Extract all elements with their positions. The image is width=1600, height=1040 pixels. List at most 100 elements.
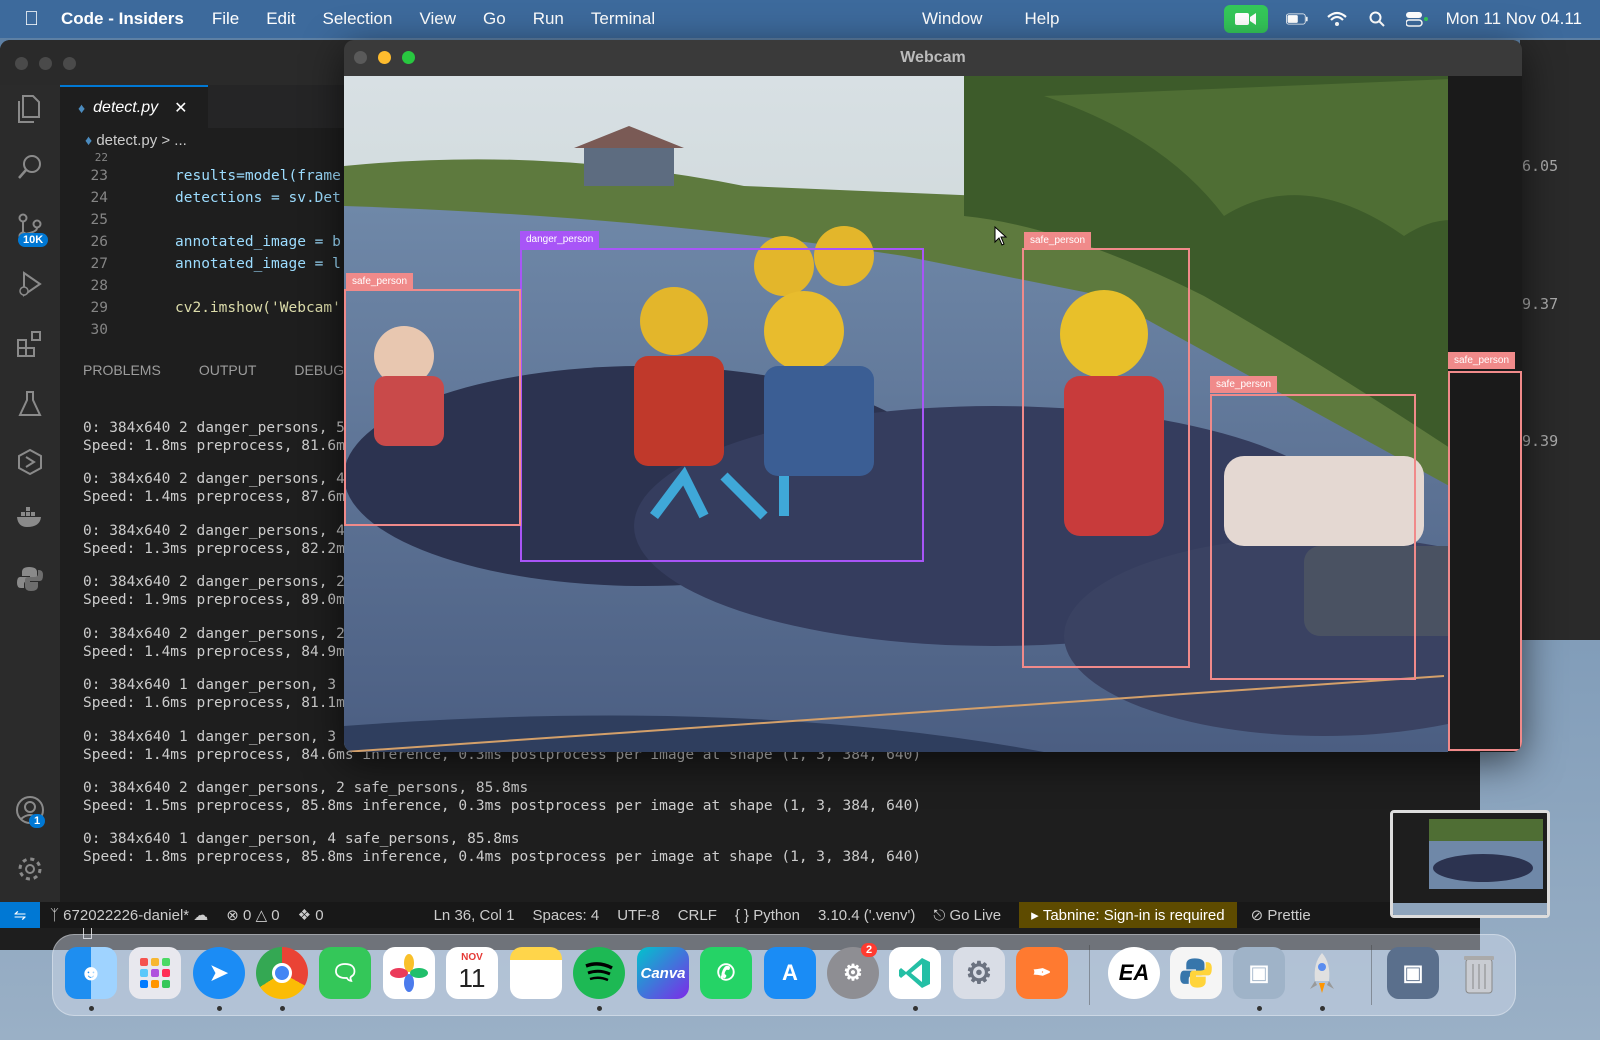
app-name[interactable]: Code - Insiders <box>61 9 184 29</box>
sync-icon[interactable]: ☁ <box>193 907 208 924</box>
tabnine-status[interactable]: ▸ Tabnine: Sign-in is required <box>1019 902 1237 928</box>
webcam-titlebar[interactable]: Webcam <box>344 40 1522 76</box>
tab-detect-py[interactable]: ♦ detect.py ✕ <box>60 85 208 128</box>
apple-icon[interactable]:  <box>24 8 39 31</box>
code-line: 24 detections = sv.Det <box>60 187 341 209</box>
photos-icon[interactable] <box>383 947 435 999</box>
running-indicator <box>217 1006 222 1011</box>
terminal-line: Speed: 1.6ms preprocess, 81.1ms <box>83 694 354 711</box>
menu-file[interactable]: File <box>212 9 239 29</box>
spotify-icon[interactable] <box>573 947 625 999</box>
finder-icon[interactable]: ☻ <box>65 947 117 999</box>
screenshot-thumbnail[interactable] <box>1390 810 1550 918</box>
remote-indicator-icon[interactable]: ⇋ <box>0 902 40 928</box>
battery-icon[interactable] <box>1285 10 1308 28</box>
app-store-icon[interactable]: A <box>764 947 816 999</box>
indentation[interactable]: Spaces: 4 <box>532 907 599 924</box>
menu-edit[interactable]: Edit <box>266 9 295 29</box>
search-icon[interactable] <box>14 153 46 185</box>
file-encoding[interactable]: UTF-8 <box>617 907 660 924</box>
docker-icon[interactable] <box>14 505 46 537</box>
system-preferences-gear-icon[interactable]: ⚙ <box>953 947 1005 999</box>
menu-terminal[interactable]: Terminal <box>591 9 655 29</box>
detection-box-safe <box>1022 248 1190 668</box>
language-mode[interactable]: { } Python <box>735 907 800 924</box>
menu-view[interactable]: View <box>419 9 456 29</box>
trash-icon[interactable] <box>1453 947 1505 999</box>
minimize-window-button[interactable] <box>39 57 52 70</box>
preview-icon[interactable]: ▣ <box>1233 947 1285 999</box>
detection-label: safe_person <box>1210 376 1278 393</box>
tab-problems[interactable]: PROBLEMS <box>83 362 161 378</box>
git-branch[interactable]: ᛉ 672022226-daniel* ☁ <box>50 906 208 924</box>
go-live-button[interactable]: ⎋ Go Live <box>933 907 1001 924</box>
calendar-icon[interactable]: NOV 11 <box>446 947 498 999</box>
safari-icon[interactable]: ➤ <box>193 947 245 999</box>
terminal-entry: 0: 384x640 2 danger_persons, 4 Speed: 1.3… <box>83 523 354 558</box>
dock: ☻ ➤ 🗨 NOV 11 Canva ✆ A ⚙ 2 ⚙ ✒ EA ▣ ▣ <box>52 934 1516 1016</box>
recent-screenshot-icon[interactable]: ▣ <box>1387 947 1439 999</box>
rocket-icon[interactable] <box>1296 947 1348 999</box>
line-ending[interactable]: CRLF <box>678 907 717 924</box>
spotlight-search-icon[interactable] <box>1366 10 1388 28</box>
terminal-entry: 0: 384x640 1 danger_person, 4 safe_perso… <box>83 831 921 866</box>
close-window-button[interactable] <box>354 51 367 64</box>
python-interpreter[interactable]: 3.10.4 ('.venv') <box>818 907 915 924</box>
problems-status[interactable]: ⊗ 0 △ 0 <box>226 906 279 924</box>
tab-output[interactable]: OUTPUT <box>199 362 257 378</box>
line-number: 27 <box>90 256 108 272</box>
sketch-pen-icon[interactable]: ✒ <box>1016 947 1068 999</box>
mouse-cursor-icon <box>994 226 1008 246</box>
testing-flask-icon[interactable] <box>14 390 46 422</box>
terminal-entry: 0: 384x640 2 danger_persons, 4 Speed: 1.4… <box>83 471 354 506</box>
code-text: detections = sv.Det <box>175 190 341 206</box>
python-launcher-icon[interactable] <box>1170 947 1222 999</box>
terminal-line: 0: 384x640 2 danger_persons, 4 <box>83 471 345 487</box>
ports-status[interactable]: ❖ 0 <box>298 906 324 924</box>
explorer-icon[interactable] <box>14 95 46 127</box>
prettier-status[interactable]: ⊘ Prettie <box>1251 906 1311 924</box>
ea-app-icon[interactable]: EA <box>1108 947 1160 999</box>
menu-window[interactable]: Window <box>922 9 982 29</box>
zoom-window-button[interactable] <box>402 51 415 64</box>
code-editor[interactable]: 22 23 results=model(frame 24 detections = … <box>60 151 360 383</box>
dock-separator <box>1089 945 1090 1005</box>
launchpad-icon[interactable] <box>129 947 181 999</box>
accounts-badge: 1 <box>29 814 46 828</box>
menu-selection[interactable]: Selection <box>323 9 393 29</box>
menubar-clock[interactable]: Mon 11 Nov 04.11 <box>1446 9 1582 29</box>
close-tab-icon[interactable]: ✕ <box>174 98 187 118</box>
vscode-insiders-icon[interactable] <box>889 947 941 999</box>
camera-indicator-icon[interactable] <box>1223 5 1268 33</box>
messages-icon[interactable]: 🗨 <box>319 947 371 999</box>
branch-name: 672022226-daniel* <box>63 907 190 924</box>
running-indicator <box>89 1006 94 1011</box>
chrome-icon[interactable] <box>256 947 308 999</box>
menu-go[interactable]: Go <box>483 9 506 29</box>
notes-icon[interactable] <box>510 947 562 999</box>
extensions-icon[interactable] <box>14 330 46 362</box>
webcam-window[interactable]: Webcam danger_person safe_person safe_pe… <box>344 40 1522 752</box>
cursor-position[interactable]: Ln 36, Col 1 <box>434 907 515 924</box>
prettier-label: Prettie <box>1267 907 1311 924</box>
run-debug-icon[interactable] <box>14 270 46 302</box>
whatsapp-icon[interactable]: ✆ <box>700 947 752 999</box>
control-center-icon[interactable] <box>1405 10 1428 28</box>
menu-run[interactable]: Run <box>533 9 564 29</box>
remote-explorer-icon[interactable] <box>14 448 46 480</box>
minimize-window-button[interactable] <box>378 51 391 64</box>
terminal-entry: 0: 384x640 2 danger_persons, 2 safe_pers… <box>83 780 921 815</box>
warning-icon: △ <box>255 907 268 924</box>
terminal-line: Speed: 1.5ms preprocess, 85.8ms inferenc… <box>83 797 922 814</box>
settings-gear-icon[interactable] <box>14 855 46 887</box>
terminal-line: 0: 384x640 2 danger_persons, 2 <box>83 626 345 642</box>
zoom-window-button[interactable] <box>63 57 76 70</box>
canva-icon[interactable]: Canva <box>637 947 689 999</box>
tabnine-icon: ▸ <box>1031 907 1043 924</box>
wifi-icon[interactable] <box>1326 10 1348 28</box>
close-window-button[interactable] <box>15 57 28 70</box>
menu-help[interactable]: Help <box>1024 9 1059 29</box>
error-count: 0 <box>243 907 252 924</box>
python-icon[interactable] <box>14 565 46 597</box>
running-indicator <box>913 1006 918 1011</box>
